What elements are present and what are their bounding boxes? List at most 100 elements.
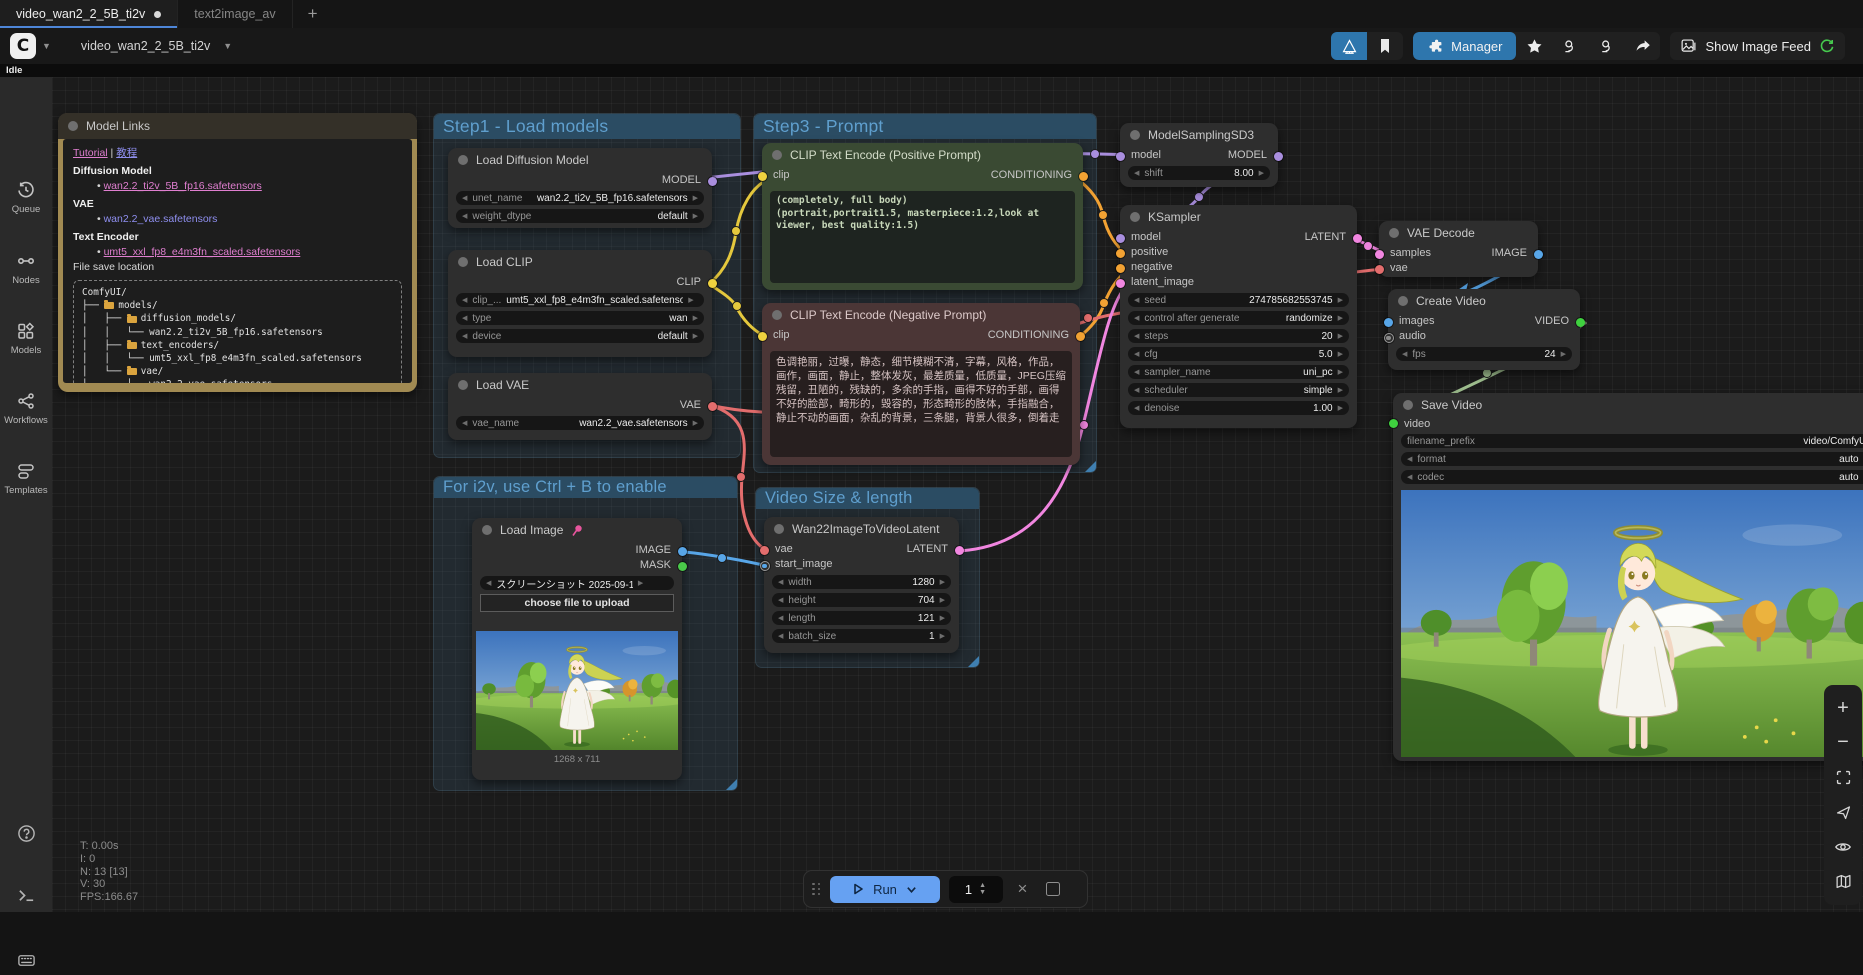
group-title-bar[interactable]: Step3 - Prompt: [754, 114, 1096, 139]
arrow-left-icon[interactable]: ◀: [462, 314, 467, 322]
arrow-left-icon[interactable]: ◀: [1134, 314, 1139, 322]
node-title-bar[interactable]: Load CLIP: [448, 250, 712, 274]
node-title-bar[interactable]: Model Links: [58, 113, 417, 139]
arrow-right-icon[interactable]: ▶: [1338, 350, 1343, 358]
collapse-dot[interactable]: [458, 380, 468, 390]
collapse-dot[interactable]: [772, 150, 782, 160]
widget-width[interactable]: ◀width1280▶: [772, 575, 951, 589]
output-port-video[interactable]: [1576, 318, 1585, 327]
input-port-audio[interactable]: [1384, 333, 1394, 343]
arrow-left-icon[interactable]: ◀: [778, 578, 783, 586]
bookmark-button[interactable]: [1367, 32, 1403, 60]
input-port-clip[interactable]: [758, 332, 767, 341]
output-port-latent[interactable]: [1353, 234, 1362, 243]
node-title-bar[interactable]: Load Image: [472, 518, 682, 542]
arrow-left-icon[interactable]: ◀: [462, 332, 467, 340]
tab-video-wan2-2-5b-ti2v[interactable]: video_wan2_2_5B_ti2v: [0, 0, 178, 28]
update-check-button[interactable]: [1552, 32, 1588, 60]
widget-format[interactable]: ◀formatauto▶: [1401, 452, 1863, 466]
node-title-bar[interactable]: KSampler: [1120, 205, 1357, 229]
output-port-image[interactable]: [678, 547, 687, 556]
group-resize-handle[interactable]: [726, 779, 737, 790]
run-button[interactable]: Run: [830, 876, 940, 903]
arrow-right-icon[interactable]: ▶: [1338, 332, 1343, 340]
widget-image-file[interactable]: ◀スクリーンショット 2025-09-10 ...▶: [480, 576, 674, 590]
collapse-dot[interactable]: [772, 310, 782, 320]
new-tab-button[interactable]: +: [293, 0, 333, 28]
node-title-bar[interactable]: Create Video: [1388, 289, 1580, 313]
arrow-right-icon[interactable]: ▶: [693, 314, 698, 322]
widget-filename-prefix[interactable]: filename_prefixvideo/ComfyUI: [1401, 434, 1863, 448]
output-port-conditioning[interactable]: [1079, 172, 1088, 181]
clear-queue-button[interactable]: ×: [1018, 879, 1028, 899]
arrow-right-icon[interactable]: ▶: [693, 194, 698, 202]
zoom-out-button[interactable]: −: [1831, 731, 1855, 755]
widget-batch-size[interactable]: ◀batch_size1▶: [772, 629, 951, 643]
widget-device[interactable]: ◀devicedefault▶: [456, 329, 704, 343]
output-port-mask[interactable]: [678, 562, 687, 571]
workflow-name-menu[interactable]: video_wan2_2_5B_ti2v ▼: [81, 39, 232, 53]
sidebar-item-workflows[interactable]: Workflows: [0, 391, 52, 426]
arrow-right-icon[interactable]: ▶: [1259, 169, 1264, 177]
workflow-overview-button[interactable]: [1331, 32, 1367, 60]
arrow-right-icon[interactable]: ▶: [693, 212, 698, 220]
node-create-video[interactable]: Create Video imagesVIDEO audio ◀fps24▶: [1388, 289, 1580, 370]
sidebar-item-templates[interactable]: Templates: [0, 461, 52, 496]
widget-shift[interactable]: ◀shift8.00▶: [1128, 166, 1270, 180]
help-button[interactable]: [17, 824, 36, 848]
arrow-left-icon[interactable]: ◀: [1134, 350, 1139, 358]
arrow-left-icon[interactable]: ◀: [486, 579, 491, 587]
input-port-positive[interactable]: [1116, 249, 1125, 258]
arrow-left-icon[interactable]: ◀: [462, 194, 467, 202]
widget-fps[interactable]: ◀fps24▶: [1396, 347, 1572, 361]
node-title-bar[interactable]: Save Video: [1393, 393, 1863, 417]
arrow-left-icon[interactable]: ◀: [1407, 473, 1412, 481]
fit-view-button[interactable]: [1831, 766, 1855, 790]
collapse-dot[interactable]: [774, 524, 784, 534]
model-download-link[interactable]: wan2.2_ti2v_5B_fp16.safetensors: [104, 180, 262, 192]
arrow-left-icon[interactable]: ◀: [1134, 368, 1139, 376]
node-title-bar[interactable]: CLIP Text Encode (Negative Prompt): [762, 303, 1080, 327]
arrow-right-icon[interactable]: ▶: [1338, 386, 1343, 394]
chevron-down-icon[interactable]: ▼: [42, 41, 51, 51]
node-save-video[interactable]: Save Video video filename_prefixvideo/Co…: [1393, 393, 1863, 761]
arrow-left-icon[interactable]: ◀: [462, 419, 467, 427]
node-load-diffusion-model[interactable]: Load Diffusion Model MODEL ◀unet_namewan…: [448, 148, 712, 228]
minimap-button[interactable]: [1831, 870, 1855, 894]
collapse-dot[interactable]: [458, 257, 468, 267]
stop-button[interactable]: [1046, 882, 1060, 896]
sidebar-item-models[interactable]: Models: [0, 321, 52, 356]
node-clip-text-encode-negative[interactable]: CLIP Text Encode (Negative Prompt) clipC…: [762, 303, 1080, 465]
widget-vae-name[interactable]: ◀vae_namewan2.2_vae.safetensors▶: [456, 416, 704, 430]
arrow-left-icon[interactable]: ◀: [1134, 332, 1139, 340]
node-load-vae[interactable]: Load VAE VAE ◀vae_namewan2.2_vae.safeten…: [448, 373, 712, 440]
output-port-clip[interactable]: [708, 279, 717, 288]
arrow-right-icon[interactable]: ▶: [1338, 314, 1343, 322]
sidebar-item-nodes[interactable]: Nodes: [0, 251, 52, 286]
arrow-left-icon[interactable]: ◀: [1407, 455, 1412, 463]
node-model-links-note[interactable]: Model Links Tutorial | 教程 Diffusion Mode…: [58, 113, 417, 392]
arrow-right-icon[interactable]: ▶: [1561, 350, 1566, 358]
collapse-dot[interactable]: [1403, 400, 1413, 410]
node-vae-decode[interactable]: VAE Decode samplesIMAGE vae: [1379, 221, 1538, 277]
node-title-bar[interactable]: CLIP Text Encode (Positive Prompt): [762, 143, 1083, 167]
node-title-bar[interactable]: Wan22ImageToVideoLatent: [764, 517, 959, 541]
group-resize-handle[interactable]: [1085, 461, 1096, 472]
collapse-dot[interactable]: [482, 525, 492, 535]
vae-download-link[interactable]: wan2.2_vae.safetensors: [104, 213, 218, 225]
favorites-button[interactable]: [1516, 32, 1552, 60]
output-port-latent[interactable]: [955, 546, 964, 555]
choose-file-button[interactable]: choose file to upload: [480, 594, 674, 612]
arrow-right-icon[interactable]: ▶: [1338, 368, 1343, 376]
arrow-left-icon[interactable]: ◀: [1134, 169, 1139, 177]
arrow-left-icon[interactable]: ◀: [462, 296, 467, 304]
arrow-right-icon[interactable]: ▶: [940, 614, 945, 622]
widget-sampler-name[interactable]: ◀sampler_nameuni_pc▶: [1128, 365, 1349, 379]
group-resize-handle[interactable]: [968, 656, 979, 667]
node-model-sampling-sd3[interactable]: ModelSamplingSD3 modelMODEL ◀shift8.00▶: [1120, 123, 1278, 187]
node-title-bar[interactable]: Load Diffusion Model: [448, 148, 712, 172]
group-title-bar[interactable]: Video Size & length: [756, 488, 979, 509]
arrow-right-icon[interactable]: ▶: [1338, 404, 1343, 412]
node-title-bar[interactable]: Load VAE: [448, 373, 712, 397]
terminal-button[interactable]: [17, 886, 36, 910]
